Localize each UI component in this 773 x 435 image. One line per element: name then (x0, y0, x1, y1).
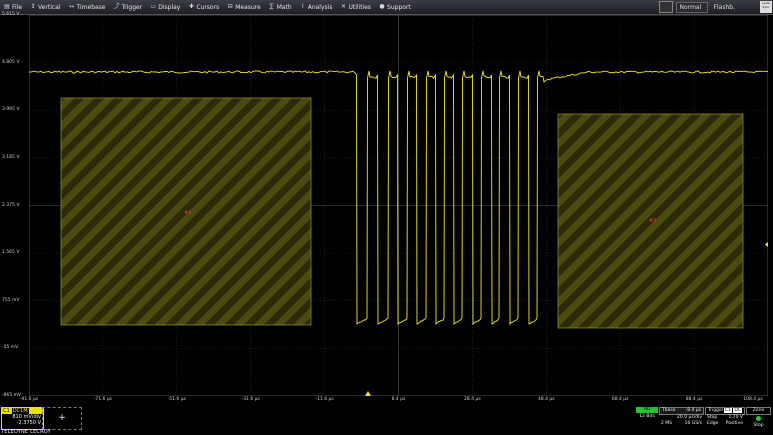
menu-measure[interactable]: ⊟ Measure (223, 0, 265, 14)
menu-display[interactable]: ▭ Display (146, 0, 184, 14)
trigger-mode-area: Normal Flashb. (658, 0, 735, 14)
trigger-source-tag: C1 (723, 408, 732, 413)
waveform-grid[interactable]: #1#21 (29, 15, 768, 396)
menu-analysis[interactable]: ⌇ Analysis (296, 0, 337, 14)
zone-label: #1 (184, 210, 191, 216)
menu-label: Math (276, 3, 292, 11)
menu-label: Display (158, 3, 181, 11)
y-axis-label: 755 mV (2, 297, 20, 303)
menu-label: File (12, 3, 23, 11)
menu-support[interactable]: ● Support (375, 0, 415, 14)
trigger-slope: Positive (725, 421, 743, 426)
timebase-panel[interactable]: Tbase -8.4 µs 20.0 µs/div 2 MS 10 GS/s (659, 407, 704, 428)
zone-status-icon (756, 416, 761, 421)
y-axis-label: 3.995 V (2, 107, 20, 113)
zone-panel[interactable]: Zone Stop (746, 407, 771, 428)
menu-timebase[interactable]: ↔ Timebase (65, 0, 110, 14)
menu-utilities[interactable]: ✕ Utilities (336, 0, 375, 14)
y-axis-label: 2.375 V (2, 202, 20, 208)
resolution-panel[interactable]: HD 12 Bits (636, 407, 658, 428)
menu-label: Timebase (76, 3, 106, 11)
channel-name: C1 (3, 408, 10, 414)
menu-label: Measure (235, 3, 261, 11)
cursors-icon: ✚ (188, 3, 194, 10)
x-axis-label: 68.4 µs (611, 397, 629, 402)
menu-label: Trigger (121, 3, 143, 11)
x-axis-label: 88.4 µs (685, 397, 703, 402)
tbase-title: Tbase (662, 408, 676, 413)
zone-state: Stop (753, 423, 764, 428)
menu-label: Analysis (307, 3, 333, 11)
menu-label: Utilities (348, 3, 372, 11)
zone-title: Zone (746, 407, 771, 415)
trigger-mode-icon[interactable] (658, 1, 673, 13)
x-axis-label: 28.4 µs (464, 397, 481, 402)
x-axis-label: 108.4 µs (743, 397, 763, 402)
bits-value: 12 Bits (639, 414, 655, 419)
x-axis-label: -51.6 µs (167, 397, 186, 402)
tbase-offset: -8.4 µs (685, 408, 701, 413)
file-icon: ▤ (4, 3, 10, 10)
menu-label: Cursors (196, 3, 220, 11)
trigger-status-label: Flashb. (713, 3, 735, 11)
brand-logo: TELEDYNE LECROY (1, 429, 51, 435)
support-icon: ● (379, 3, 385, 10)
utilities-icon: ✕ (340, 3, 346, 10)
y-axis-label: 1.565 V (2, 250, 20, 256)
y-axis-label: 5.615 V (2, 12, 20, 17)
x-axis-label: -11.6 µs (315, 397, 334, 402)
tbase-points: 2 MS (661, 421, 673, 426)
y-axis-label: 4.805 V (2, 59, 20, 65)
channel-descriptor[interactable]: C1 DC1M 810 mV/div -2.3750 V (1, 407, 44, 430)
tbase-rate: 10 GS/s (684, 421, 702, 426)
timebase-icon: ↔ (69, 3, 75, 10)
y-axis-label: -55 mV (2, 345, 19, 351)
display-icon: ▭ (150, 3, 157, 10)
x-axis-label: 8.4 µs (391, 397, 406, 402)
x-axis-label: -91.6 µs (19, 397, 39, 402)
add-channel-button[interactable]: + (42, 407, 82, 430)
menu-label: Support (387, 3, 411, 11)
leda-logo: Leda Sync (760, 1, 772, 13)
menu-bar: ▤ File ↕ Vertical ↔ Timebase ⤴ Trigger ▭ Display ✚… (0, 0, 773, 15)
channel-offset: -2.3750 V (16, 420, 41, 426)
zone-label: #2 (649, 218, 656, 224)
y-axis-label: 3.185 V (2, 154, 20, 160)
x-axis-label: -71.6 µs (93, 397, 113, 402)
trigger-title: Trigger (708, 408, 724, 413)
vertical-icon: ↕ (30, 3, 36, 10)
menu-trigger[interactable]: ⤴ Trigger (110, 0, 147, 14)
menu-math[interactable]: ∑ Math (265, 0, 296, 14)
analysis-icon: ⌇ (301, 3, 305, 10)
menu-cursors[interactable]: ✚ Cursors (184, 0, 223, 14)
menu-label: Vertical (38, 3, 61, 11)
x-axis-label: -31.6 µs (241, 397, 260, 402)
trigger-icon: ⤴ (113, 3, 120, 10)
measure-icon: ⊟ (227, 3, 233, 10)
x-axis-label: 48.4 µs (537, 397, 555, 402)
math-icon: ∑ (269, 3, 274, 10)
trigger-type: Edge (707, 421, 719, 426)
trigger-panel[interactable]: Trigger C1 DC Stop 1.70 V Edge Positive (705, 407, 745, 428)
trigger-coupling-tag: DC (733, 408, 742, 413)
menu-vertical[interactable]: ↕ Vertical (26, 0, 64, 14)
trigger-mode-selector[interactable]: Normal (675, 1, 708, 13)
